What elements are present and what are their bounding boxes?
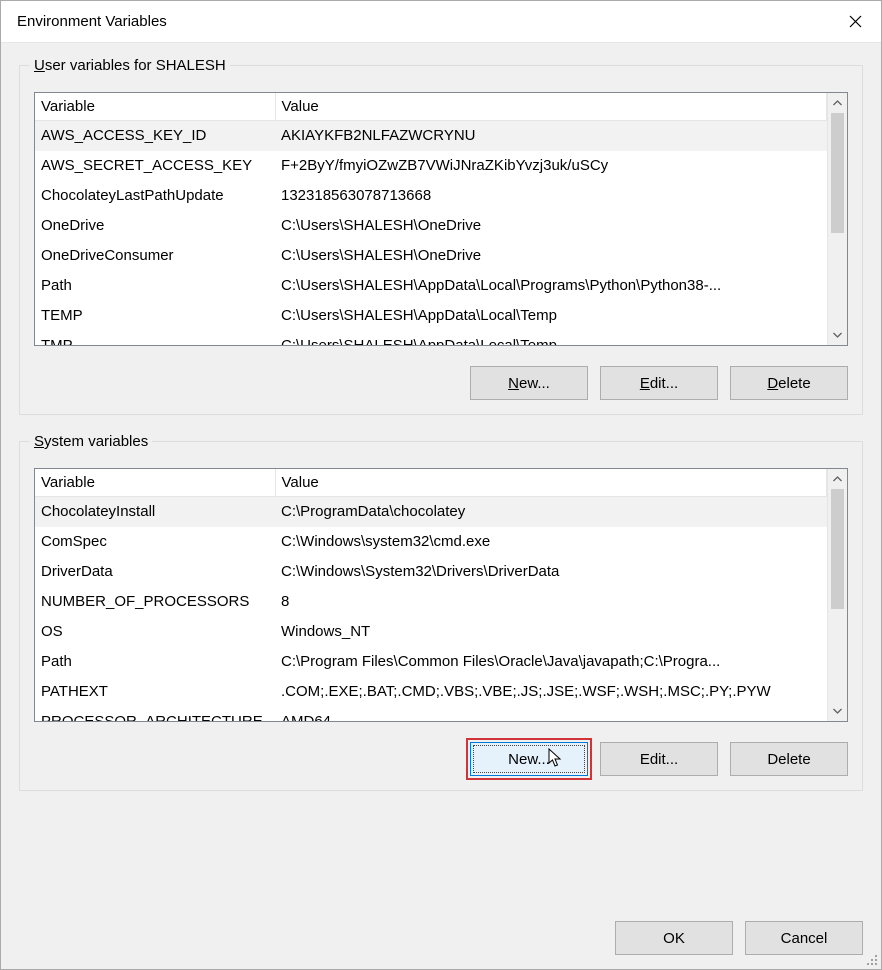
table-header-row[interactable]: Variable Value xyxy=(35,469,827,497)
column-header-value[interactable]: Value xyxy=(275,469,827,497)
chevron-up-icon xyxy=(833,100,842,106)
cell-value: C:\Users\SHALESH\AppData\Local\Temp xyxy=(275,331,827,346)
user-edit-button[interactable]: Edit... xyxy=(600,366,718,400)
cell-variable: ChocolateyLastPathUpdate xyxy=(35,181,275,211)
cell-variable: TMP xyxy=(35,331,275,346)
chevron-up-icon xyxy=(833,476,842,482)
vertical-scrollbar[interactable] xyxy=(827,469,847,721)
table-row[interactable]: ChocolateyInstallC:\ProgramData\chocolat… xyxy=(35,497,827,527)
system-variables-table[interactable]: Variable Value ChocolateyInstallC:\Progr… xyxy=(34,468,848,722)
table-row[interactable]: PathC:\Users\SHALESH\AppData\Local\Progr… xyxy=(35,271,827,301)
cell-variable: ChocolateyInstall xyxy=(35,497,275,527)
cell-value: C:\Users\SHALESH\AppData\Local\Temp xyxy=(275,301,827,331)
close-button[interactable] xyxy=(829,1,881,43)
user-variables-legend: User variables for SHALESH xyxy=(30,57,230,74)
table-row[interactable]: OSWindows_NT xyxy=(35,617,827,647)
resize-grip[interactable] xyxy=(865,953,879,967)
column-header-variable[interactable]: Variable xyxy=(35,93,275,121)
table-row[interactable]: TEMPC:\Users\SHALESH\AppData\Local\Temp xyxy=(35,301,827,331)
cell-variable: OS xyxy=(35,617,275,647)
dialog-buttons-row: OK Cancel xyxy=(19,903,863,955)
column-header-variable[interactable]: Variable xyxy=(35,469,275,497)
scroll-down-arrow[interactable] xyxy=(828,325,847,345)
system-edit-button[interactable]: Edit... xyxy=(600,742,718,776)
chevron-down-icon xyxy=(833,332,842,338)
table-row[interactable]: PROCESSOR_ARCHITECTUREAMD64 xyxy=(35,707,827,722)
highlighted-button-frame: New... xyxy=(470,742,588,776)
table-row[interactable]: TMPC:\Users\SHALESH\AppData\Local\Temp xyxy=(35,331,827,346)
system-delete-button[interactable]: Delete xyxy=(730,742,848,776)
table-row[interactable]: OneDriveC:\Users\SHALESH\OneDrive xyxy=(35,211,827,241)
ok-button[interactable]: OK xyxy=(615,921,733,955)
scroll-thumb[interactable] xyxy=(831,489,844,609)
table-row[interactable]: DriverDataC:\Windows\System32\Drivers\Dr… xyxy=(35,557,827,587)
cell-value: C:\Users\SHALESH\OneDrive xyxy=(275,241,827,271)
cell-variable: DriverData xyxy=(35,557,275,587)
table-row[interactable]: AWS_ACCESS_KEY_IDAKIAYKFB2NLFAZWCRYNU xyxy=(35,121,827,151)
table-row[interactable]: AWS_SECRET_ACCESS_KEYF+2ByY/fmyiOZwZB7VW… xyxy=(35,151,827,181)
close-icon xyxy=(849,15,862,28)
cell-variable: ComSpec xyxy=(35,527,275,557)
dialog-client-area: User variables for SHALESH Variable Valu… xyxy=(1,43,881,969)
system-new-button[interactable]: New... xyxy=(470,742,588,776)
cell-variable: PATHEXT xyxy=(35,677,275,707)
user-variables-group: User variables for SHALESH Variable Valu… xyxy=(19,57,863,415)
cell-variable: AWS_ACCESS_KEY_ID xyxy=(35,121,275,151)
table-row[interactable]: NUMBER_OF_PROCESSORS8 xyxy=(35,587,827,617)
titlebar: Environment Variables xyxy=(1,1,881,43)
cell-value: AMD64 xyxy=(275,707,827,722)
cell-variable: Path xyxy=(35,271,275,301)
cell-value: AKIAYKFB2NLFAZWCRYNU xyxy=(275,121,827,151)
user-buttons-row: New... Edit... Delete xyxy=(34,366,848,400)
environment-variables-dialog: Environment Variables User variables for… xyxy=(0,0,882,970)
cell-value: 8 xyxy=(275,587,827,617)
cell-variable: NUMBER_OF_PROCESSORS xyxy=(35,587,275,617)
table-row[interactable]: OneDriveConsumerC:\Users\SHALESH\OneDriv… xyxy=(35,241,827,271)
table-row[interactable]: ChocolateyLastPathUpdate1323185630787136… xyxy=(35,181,827,211)
cell-variable: TEMP xyxy=(35,301,275,331)
cell-value: Windows_NT xyxy=(275,617,827,647)
cell-value: C:\Users\SHALESH\OneDrive xyxy=(275,211,827,241)
column-header-value[interactable]: Value xyxy=(275,93,827,121)
cell-variable: OneDrive xyxy=(35,211,275,241)
table-row[interactable]: ComSpecC:\Windows\system32\cmd.exe xyxy=(35,527,827,557)
cell-value: C:\Program Files\Common Files\Oracle\Jav… xyxy=(275,647,827,677)
cell-value: 132318563078713668 xyxy=(275,181,827,211)
window-title: Environment Variables xyxy=(17,13,167,30)
scroll-up-arrow[interactable] xyxy=(828,93,847,113)
cell-value: C:\ProgramData\chocolatey xyxy=(275,497,827,527)
scroll-thumb[interactable] xyxy=(831,113,844,233)
vertical-scrollbar[interactable] xyxy=(827,93,847,345)
cell-variable: AWS_SECRET_ACCESS_KEY xyxy=(35,151,275,181)
cell-value: .COM;.EXE;.BAT;.CMD;.VBS;.VBE;.JS;.JSE;.… xyxy=(275,677,827,707)
cell-variable: PROCESSOR_ARCHITECTURE xyxy=(35,707,275,722)
cell-variable: OneDriveConsumer xyxy=(35,241,275,271)
table-header-row[interactable]: Variable Value xyxy=(35,93,827,121)
chevron-down-icon xyxy=(833,708,842,714)
resize-grip-icon xyxy=(865,953,879,967)
user-new-button[interactable]: New... xyxy=(470,366,588,400)
table-row[interactable]: PathC:\Program Files\Common Files\Oracle… xyxy=(35,647,827,677)
user-variables-table[interactable]: Variable Value AWS_ACCESS_KEY_IDAKIAYKFB… xyxy=(34,92,848,346)
system-buttons-row: New... Edit... Delete xyxy=(34,742,848,776)
user-delete-button[interactable]: Delete xyxy=(730,366,848,400)
system-variables-legend: System variables xyxy=(30,433,152,450)
cell-value: C:\Windows\system32\cmd.exe xyxy=(275,527,827,557)
cell-value: F+2ByY/fmyiOZwZB7VWiJNraZKibYvzj3uk/uSCy xyxy=(275,151,827,181)
cell-variable: Path xyxy=(35,647,275,677)
scroll-up-arrow[interactable] xyxy=(828,469,847,489)
table-row[interactable]: PATHEXT.COM;.EXE;.BAT;.CMD;.VBS;.VBE;.JS… xyxy=(35,677,827,707)
system-variables-group: System variables Variable Value Chocolat… xyxy=(19,433,863,791)
cell-value: C:\Windows\System32\Drivers\DriverData xyxy=(275,557,827,587)
scroll-down-arrow[interactable] xyxy=(828,701,847,721)
cancel-button[interactable]: Cancel xyxy=(745,921,863,955)
cell-value: C:\Users\SHALESH\AppData\Local\Programs\… xyxy=(275,271,827,301)
